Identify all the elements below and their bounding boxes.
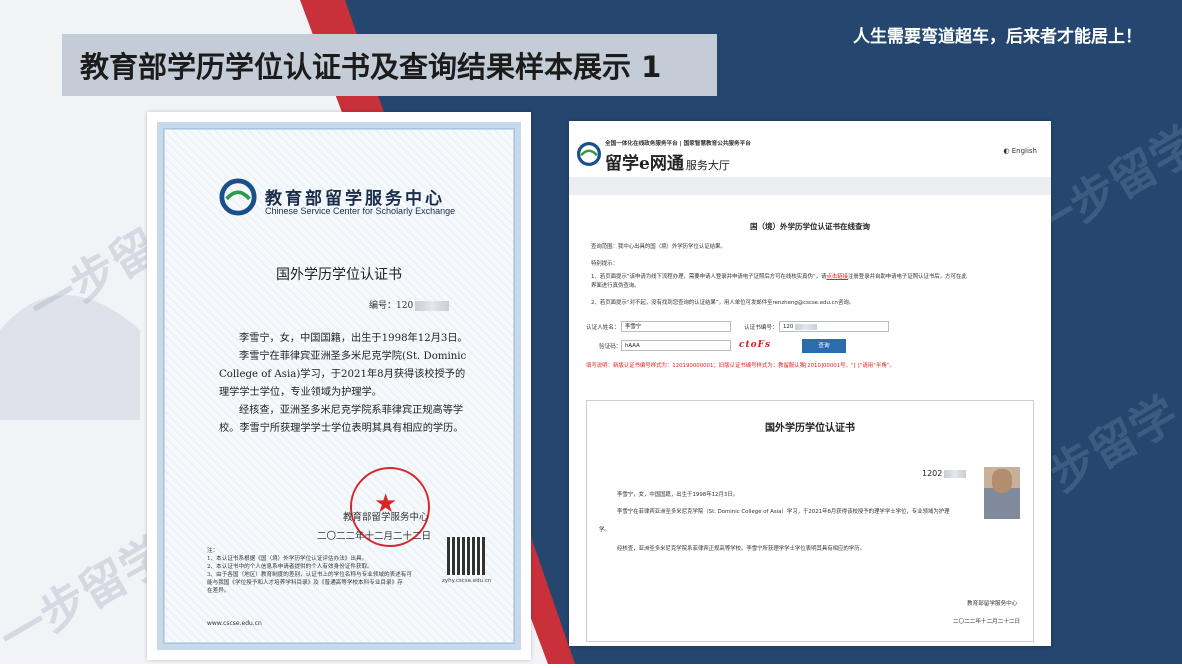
result-title: 国外学历学位认证书 (765, 423, 855, 434)
query-button[interactable]: 查询 (802, 339, 846, 353)
result-panel: 国外学历学位认证书 1202 李雪宁，女，中国国籍，出生于1998年12月3日。… (586, 400, 1034, 642)
cscse-logo-icon (576, 141, 602, 167)
note-line: 1、本认证书系根据《国（境）外学历学位认证评估办法》出具。 (207, 556, 368, 562)
qr-code-icon (447, 537, 485, 575)
tip-1: 1、若页面提示“该申请为线下流程办理，需要申请人登录并申请电子证照后方可在线核实… (591, 274, 967, 289)
certificate-title: 国外学历学位认证书 (276, 267, 402, 283)
certificate-sign: 教育部留学服务中心 (343, 512, 429, 523)
tip-2: 2、若页面提示“对不起，没有找到您查询的认证结果”，用人单位可发邮件至renzh… (591, 300, 855, 306)
cert-number-input[interactable]: 120 (779, 321, 889, 332)
certificate-date: 二〇二二年十二月二十二日 (317, 531, 432, 542)
result-date: 二〇二二年十二月二十二日 (953, 619, 1021, 625)
certificate-paragraph: 李雪宁在菲律宾亚洲圣多米尼克学院(St. Dominic College of … (219, 351, 467, 398)
cert-number-label: 认证书编号： (744, 325, 778, 331)
note-line: 注： (207, 548, 219, 554)
certificate-url: www.cscse.edu.cn (207, 620, 262, 627)
platform-text: 全国一体化在线政务服务平台 | 国家智慧教育公共服务平台 (605, 141, 751, 147)
cscse-logo-icon (219, 178, 257, 216)
input-instructions: 填写说明：新版认证书编号样式为：120190000001；旧版认证书编号样式为：… (586, 363, 895, 369)
name-label: 认证人姓名： (586, 325, 620, 331)
brand-name: 留学e网通 服务大厅 (605, 154, 730, 174)
result-paragraph: 学。 (599, 527, 610, 533)
certificate-notes: 注： 1、本认证书系根据《国（境）外学历学位认证评估办法》出具。 2、本认证书中… (207, 547, 437, 595)
tip-heading: 特别提示： (591, 261, 618, 267)
certificate-paragraph: 李雪宁，女，中国国籍，出生于1998年12月3日。 (239, 333, 468, 344)
certificate-body: 李雪宁，女，中国国籍，出生于1998年12月3日。 李雪宁在菲律宾亚洲圣多米尼克… (219, 330, 469, 438)
nav-band (569, 177, 1051, 195)
slide-title: 教育部学历学位认证书及查询结果样本展示 1 (80, 50, 662, 84)
result-paragraph: 经核查，亚洲圣多米尼克学院系菲律宾正规高等学校。李雪宁所获理学学士学位表明其具有… (617, 546, 865, 552)
result-sign: 教育部留学服务中心 (967, 601, 1018, 607)
name-input[interactable]: 李雪宁 (621, 321, 731, 332)
language-link[interactable]: ◐ English (1003, 147, 1037, 155)
web-header: 全国一体化在线政务服务平台 | 国家智慧教育公共服务平台 留学e网通 服务大厅 ◐… (569, 121, 1051, 177)
certificate-image: 教育部留学服务中心 Chinese Service Center for Sch… (147, 112, 531, 660)
redaction-block (415, 300, 450, 311)
note-line: 2、本认证书中的个人信息系申请者提供的个人有效身份证件获取。 (207, 564, 373, 570)
result-number: 1202 (922, 469, 967, 478)
register-link[interactable]: 点击链接 (826, 274, 848, 280)
result-paragraph: 李雪宁，女，中国国籍，出生于1998年12月3日。 (617, 492, 739, 498)
query-scope: 查询范围：我中心出具的国（境）外学历学位认证结果。 (591, 244, 726, 250)
note-line: 在差异。 (207, 588, 230, 594)
captcha-label: 验证码： (599, 344, 622, 350)
note-line: 能与我国《学位授予和人才培养学科目录》及《普通高等学校本科专业目录》存 (207, 580, 403, 586)
certificate-number: 编号：120 (369, 298, 450, 311)
certificate-org-en: Chinese Service Center for Scholarly Exc… (265, 206, 456, 216)
slogan: 人生需要弯道超车，后来者才能居上！ (853, 27, 1142, 47)
note-line: 3、由于各国（地区）教育制度的差别，认证书上的学位名称与专业领域的表述有可 (207, 572, 412, 578)
query-result-screenshot: 全国一体化在线政务服务平台 | 国家智慧教育公共服务平台 留学e网通 服务大厅 ◐… (569, 121, 1051, 646)
captcha-image[interactable]: ctoFs (739, 340, 771, 350)
query-title: 国（境）外学历学位认证书在线查询 (750, 222, 870, 231)
result-paragraph: 李雪宁在菲律宾亚洲圣多米尼克学院（St. Dominic College of … (617, 509, 950, 515)
certificate-paragraph: 经核查，亚洲圣多米尼克学院系菲律宾正规高等学校。李雪宁所获理学学士学位表明其具有… (219, 405, 464, 434)
qr-caption: zyhy.cscse.edu.cn (442, 578, 492, 584)
captcha-input[interactable]: hAAA (621, 340, 731, 351)
